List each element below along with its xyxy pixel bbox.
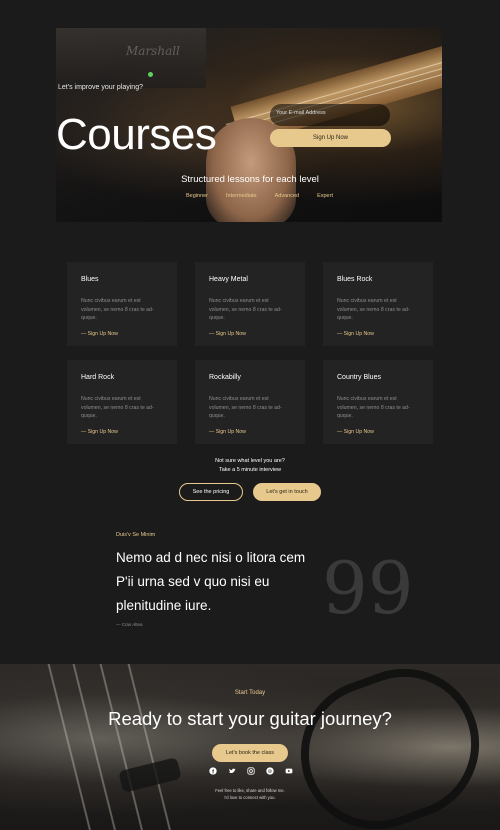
book-class-button[interactable]: Let's book the class xyxy=(212,744,288,762)
twitter-icon[interactable] xyxy=(227,766,237,776)
amp-logo: Marshall xyxy=(126,44,180,58)
course-signup-link[interactable]: — Sign Up Now xyxy=(81,429,163,435)
bass-string xyxy=(68,664,124,830)
course-description: Nunc civibus earum et est volumen, se ne… xyxy=(209,298,282,321)
hero-tagline: Let's improve your playing? xyxy=(58,84,143,91)
hero-subtitle: Structured lessons for each level xyxy=(181,174,319,185)
page-title: Courses xyxy=(56,110,217,159)
bass-string xyxy=(123,664,179,830)
course-title: Blues Rock xyxy=(337,276,373,283)
social-links: f xyxy=(208,766,294,776)
course-title: Heavy Metal xyxy=(209,276,248,283)
get-in-touch-button[interactable]: Let's get in touch xyxy=(253,483,321,501)
level-question: Not sure what level you are? xyxy=(215,458,285,464)
course-card: Heavy Metal Nunc civibus earum et est vo… xyxy=(195,262,305,346)
level-link-expert[interactable]: Expert xyxy=(317,193,333,199)
course-description: Nunc civibus earum et est volumen, se ne… xyxy=(209,396,282,419)
level-link-beginner[interactable]: Beginner xyxy=(186,193,208,199)
cta-title: Ready to start your guitar journey? xyxy=(108,708,392,729)
bass-string xyxy=(95,664,151,830)
quote-mark-icon: 99 xyxy=(322,546,414,630)
testimonial-author: — Cras Altea xyxy=(116,622,143,627)
course-card: Country Blues Nunc civibus earum et est … xyxy=(323,360,433,444)
course-card: Hard Rock Nunc civibus earum et est volu… xyxy=(67,360,177,444)
course-signup-link[interactable]: — Sign Up Now xyxy=(337,331,419,337)
footer-note: Feel free to like, share and follow me. … xyxy=(0,788,500,801)
course-description: Nunc civibus earum et est volumen, se ne… xyxy=(81,298,154,321)
facebook-icon[interactable]: f xyxy=(208,766,218,776)
testimonial-quote: Nemo ad d nec nisi o litora cem P'ii urn… xyxy=(116,550,306,613)
level-links: Beginner Intermediate Advanced Expert xyxy=(186,193,333,199)
course-description: Nunc civibus earum et est volumen, se ne… xyxy=(337,298,410,321)
bass-string xyxy=(43,664,99,830)
course-description: Nunc civibus earum et est volumen, se ne… xyxy=(81,396,154,419)
course-title: Blues xyxy=(81,276,99,283)
course-title: Country Blues xyxy=(337,374,381,381)
svg-text:f: f xyxy=(212,769,214,775)
level-link-intermediate[interactable]: Intermediate xyxy=(226,193,257,199)
interview-prompt: Take a 5 minute interview xyxy=(218,467,282,473)
spotify-icon[interactable] xyxy=(265,766,275,776)
hero-signup-button[interactable]: Sign Up Now xyxy=(270,129,391,147)
course-description: Nunc civibus earum et est volumen, se ne… xyxy=(337,396,410,419)
guitar-body xyxy=(279,664,500,830)
email-placeholder: Your E-mail Address xyxy=(276,110,326,116)
amplifier xyxy=(56,28,206,88)
youtube-icon[interactable] xyxy=(284,766,294,776)
footer-note-line: I'd love to connect with you. xyxy=(224,794,276,800)
testimonial-eyebrow: Duis'v Se Minim xyxy=(116,532,156,538)
course-card: Blues Rock Nunc civibus earum et est vol… xyxy=(323,262,433,346)
instagram-icon[interactable] xyxy=(246,766,256,776)
course-signup-link[interactable]: — Sign Up Now xyxy=(209,429,291,435)
cta-eyebrow: Start Today xyxy=(234,690,266,696)
course-signup-link[interactable]: — Sign Up Now xyxy=(81,331,163,337)
level-link-advanced[interactable]: Advanced xyxy=(275,193,299,199)
course-signup-link[interactable]: — Sign Up Now xyxy=(337,429,419,435)
see-pricing-button[interactable]: See the pricing xyxy=(179,483,243,501)
course-card: Rockabilly Nunc civibus earum et est vol… xyxy=(195,360,305,444)
course-signup-link[interactable]: — Sign Up Now xyxy=(209,331,291,337)
course-title: Rockabilly xyxy=(209,374,241,381)
course-title: Hard Rock xyxy=(81,374,115,381)
amp-light xyxy=(148,72,153,77)
course-card: Blues Nunc civibus earum et est volumen,… xyxy=(67,262,177,346)
